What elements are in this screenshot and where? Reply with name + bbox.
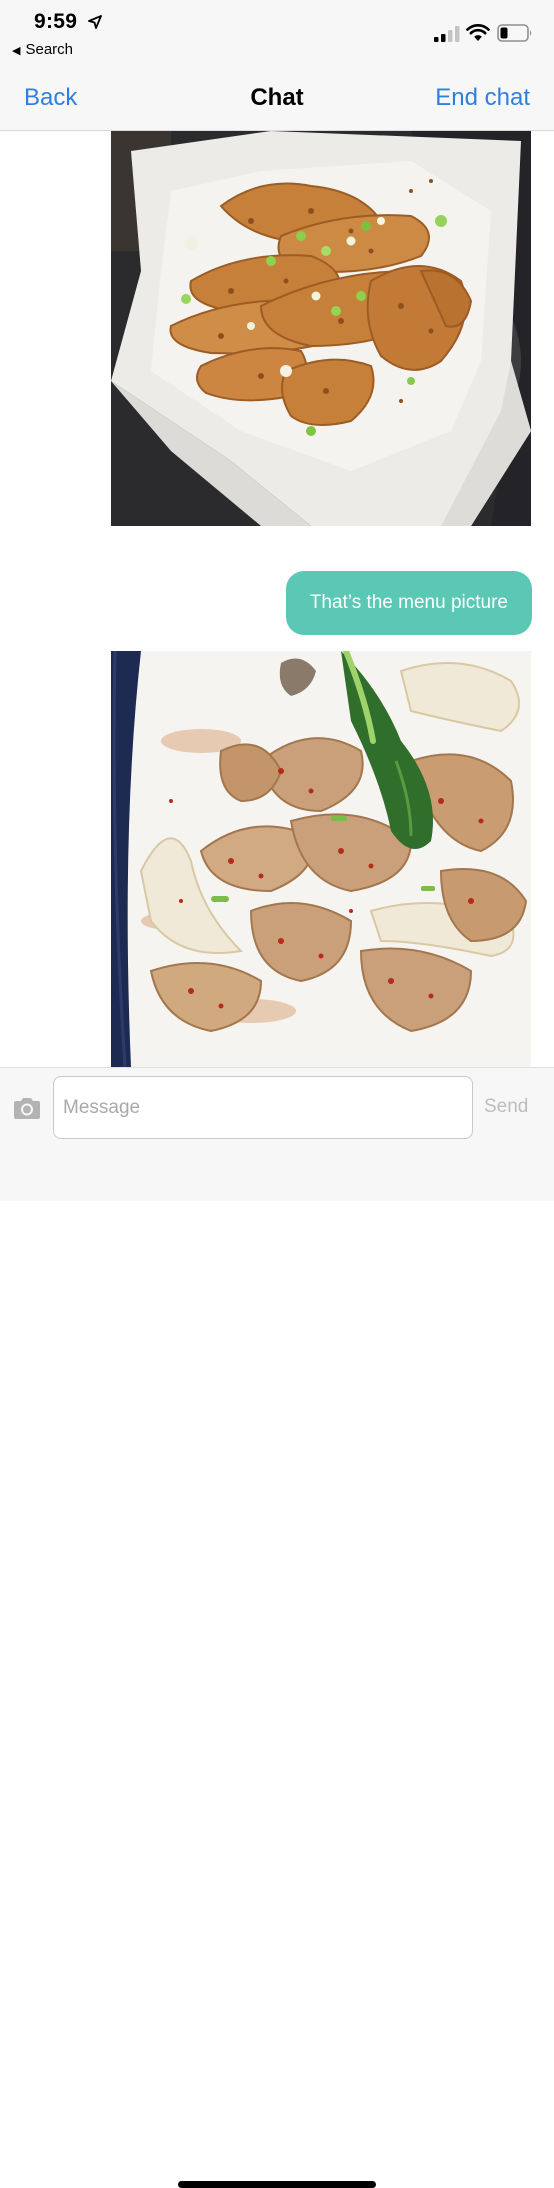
back-to-app-link[interactable]: ◀ Search xyxy=(12,41,73,58)
battery-icon xyxy=(497,24,532,42)
chat-message-list[interactable]: That’s the menu picture xyxy=(0,131,554,1067)
back-triangle-icon: ◀ xyxy=(12,45,21,57)
chat-bubble-sent[interactable]: That’s the menu picture xyxy=(285,571,532,635)
signal-icon xyxy=(434,26,460,42)
location-arrow-icon xyxy=(88,15,102,29)
back-app-label: Search xyxy=(25,41,73,58)
send-button[interactable]: Send xyxy=(484,1096,528,1118)
wifi-icon xyxy=(466,24,490,41)
back-button[interactable]: Back xyxy=(24,84,77,112)
message-composer: Send xyxy=(0,1067,554,2188)
message-input[interactable] xyxy=(53,1076,473,1139)
chat-image-stir-fried-chicken[interactable] xyxy=(111,651,531,1067)
nav-bar: Back Chat End chat xyxy=(0,72,554,131)
status-time: 9:59 xyxy=(34,10,78,33)
home-indicator xyxy=(178,2181,376,2188)
end-chat-button[interactable]: End chat xyxy=(435,84,530,112)
status-bar: 9:59 ◀ Search xyxy=(0,0,554,72)
chat-image-fried-chicken[interactable] xyxy=(111,131,531,526)
camera-icon[interactable] xyxy=(12,1096,42,1120)
